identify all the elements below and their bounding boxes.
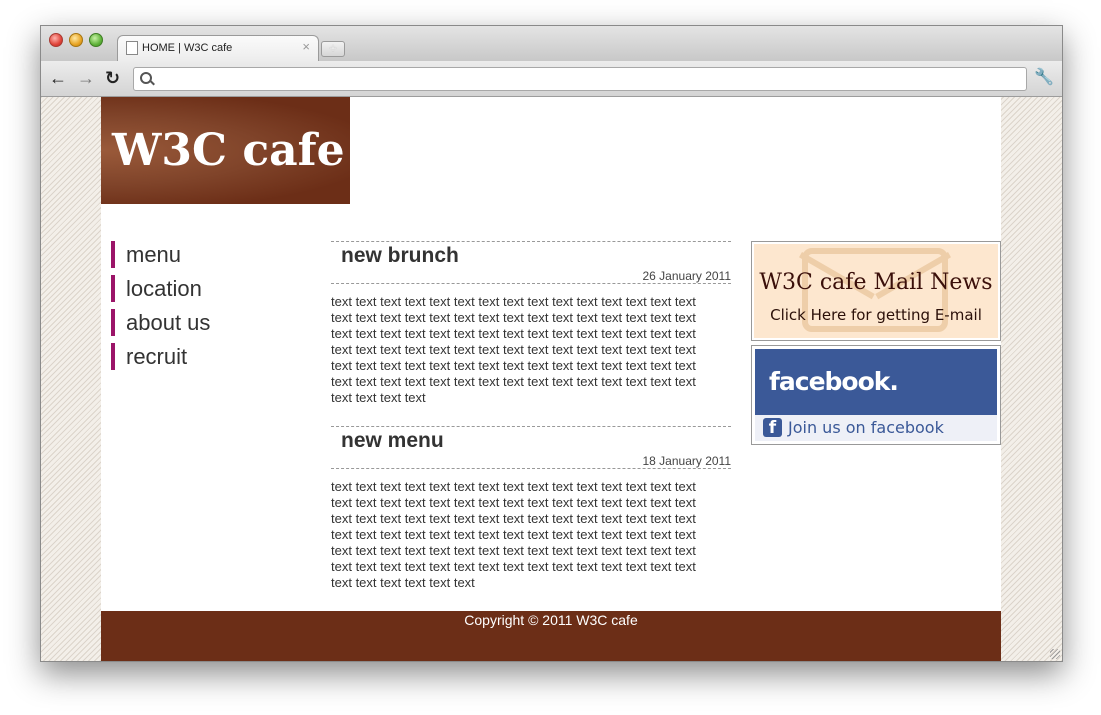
nav-item-recruit[interactable]: recruit [111, 343, 210, 370]
facebook-join-link[interactable]: Join us on facebook [788, 418, 944, 437]
article-date: 18 January 2011 [642, 454, 731, 468]
new-tab-button[interactable]: + [321, 41, 345, 57]
site-footer: Copyright © 2011 W3C cafe [101, 611, 1001, 661]
browser-toolbar: ← → ↻ 🔧 [41, 61, 1062, 97]
wrench-icon[interactable]: 🔧 [1034, 67, 1054, 87]
forward-arrow-icon[interactable]: → [77, 67, 95, 89]
facebook-header: facebook. [755, 349, 997, 415]
zoom-window-button[interactable] [89, 33, 103, 47]
tab-close-icon[interactable]: × [302, 39, 310, 54]
nav-item-location[interactable]: location [111, 275, 210, 302]
tab-title: HOME | W3C cafe [142, 42, 233, 54]
site-logo[interactable]: W3C cafe [101, 97, 350, 204]
address-input[interactable] [158, 70, 1022, 88]
browser-window: HOME | W3C cafe × + ← → ↻ 🔧 W3C cafe men… [40, 25, 1063, 662]
facebook-icon: f [763, 418, 782, 438]
facebook-banner[interactable]: facebook. f Join us on facebook [751, 345, 1001, 445]
reload-icon[interactable]: ↻ [105, 67, 120, 89]
facebook-join-bar: f Join us on facebook [755, 415, 997, 441]
mail-news-background: W3C cafe Mail News Click Here for gettin… [754, 244, 998, 338]
mail-news-subtitle: Click Here for getting E-mail [770, 306, 982, 324]
article-body: text text text text text text text text … [331, 479, 696, 590]
mail-news-banner[interactable]: W3C cafe Mail News Click Here for gettin… [751, 241, 1001, 341]
search-icon [140, 72, 152, 84]
address-bar[interactable] [133, 67, 1027, 91]
article-header: new brunch 26 January 2011 [331, 241, 731, 284]
sidebar: W3C cafe Mail News Click Here for gettin… [751, 241, 1001, 445]
mail-news-title: W3C cafe Mail News [759, 270, 993, 295]
resize-grip-icon[interactable] [1050, 649, 1060, 659]
site-page: W3C cafe menu location about us recruit … [101, 97, 1001, 661]
article: new menu 18 January 2011 text text text … [331, 426, 731, 591]
logo-text: W3C cafe [112, 125, 345, 176]
back-arrow-icon[interactable]: ← [49, 67, 67, 89]
site-nav: menu location about us recruit [111, 241, 210, 377]
article: new brunch 26 January 2011 text text tex… [331, 241, 731, 406]
page-viewport[interactable]: W3C cafe menu location about us recruit … [41, 97, 1062, 661]
tab-strip: HOME | W3C cafe × + [41, 26, 1062, 62]
copyright-text: Copyright © 2011 W3C cafe [464, 612, 638, 628]
close-window-button[interactable] [49, 33, 63, 47]
article-title[interactable]: new menu [341, 429, 444, 453]
article-body: text text text text text text text text … [331, 294, 696, 405]
article-list: new brunch 26 January 2011 text text tex… [331, 241, 731, 611]
page-icon [126, 41, 138, 55]
article-date: 26 January 2011 [642, 269, 731, 283]
facebook-logo: facebook. [769, 367, 899, 396]
minimize-window-button[interactable] [69, 33, 83, 47]
nav-item-about-us[interactable]: about us [111, 309, 210, 336]
article-header: new menu 18 January 2011 [331, 426, 731, 469]
nav-item-menu[interactable]: menu [111, 241, 210, 268]
article-title[interactable]: new brunch [341, 244, 459, 268]
browser-tab[interactable]: HOME | W3C cafe × [117, 35, 319, 62]
